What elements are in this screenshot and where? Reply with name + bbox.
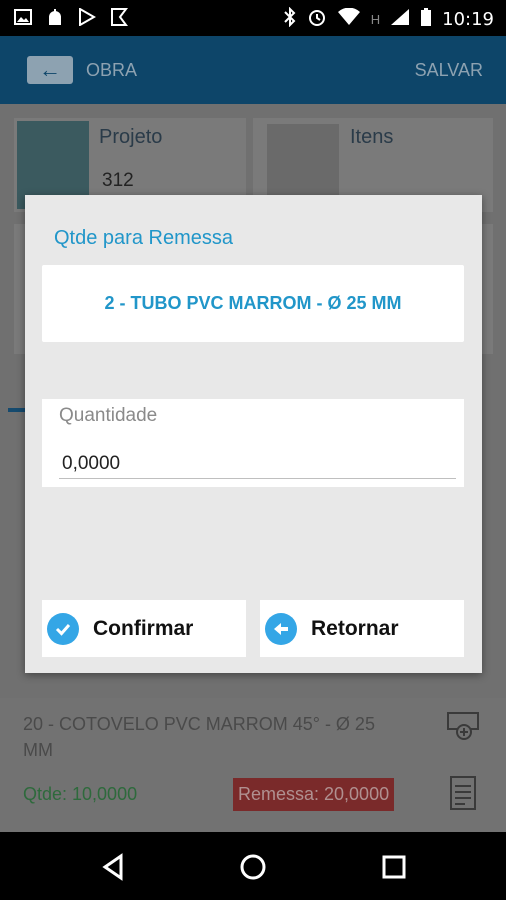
back-nav-icon[interactable] bbox=[97, 850, 131, 884]
quantity-label: Quantidade bbox=[59, 405, 158, 426]
back-button[interactable]: ← bbox=[27, 56, 73, 84]
save-button[interactable]: SALVAR bbox=[415, 60, 483, 81]
list-item-qtde: Qtde: 10,0000 bbox=[23, 784, 138, 804]
play-store-icon bbox=[78, 7, 97, 33]
quantity-dialog: Qtde para Remessa 2 - TUBO PVC MARROM - … bbox=[25, 195, 482, 673]
image-icon bbox=[14, 8, 32, 33]
return-label: Retornar bbox=[311, 616, 399, 640]
dialog-title: Qtde para Remessa bbox=[54, 227, 233, 249]
status-bar: H 10:19 bbox=[0, 0, 506, 36]
battery-icon bbox=[420, 7, 432, 32]
recents-nav-icon[interactable] bbox=[377, 850, 411, 884]
confirm-button[interactable]: Confirmar bbox=[42, 600, 246, 657]
bluetooth-icon bbox=[283, 6, 297, 32]
item-box: 2 - TUBO PVC MARROM - Ø 25 MM bbox=[42, 265, 464, 342]
list-item-remessa: Remessa: 20,0000 bbox=[233, 778, 395, 811]
items-card-title: Itens bbox=[350, 126, 394, 148]
list-item-title-line2: MM bbox=[23, 740, 53, 760]
status-bar-notifications bbox=[14, 7, 128, 33]
quantity-field-container: Quantidade bbox=[42, 399, 464, 487]
signal-icon bbox=[390, 8, 410, 31]
app-bar-title: OBRA bbox=[86, 60, 138, 80]
wifi-icon bbox=[337, 7, 361, 31]
project-card-title: Projeto bbox=[99, 126, 163, 148]
check-app-icon bbox=[110, 8, 128, 33]
confirm-label: Confirmar bbox=[93, 616, 194, 640]
list-icon bbox=[267, 124, 339, 204]
project-card-value: 312 bbox=[102, 170, 134, 191]
check-icon bbox=[47, 612, 79, 645]
arrow-left-icon: ← bbox=[39, 57, 61, 82]
item-label: 2 - TUBO PVC MARROM - Ø 25 MM bbox=[104, 293, 402, 313]
quantity-input[interactable] bbox=[59, 449, 456, 479]
details-icon[interactable] bbox=[450, 776, 476, 815]
clock: 10:19 bbox=[442, 9, 494, 30]
return-button[interactable]: Retornar bbox=[260, 600, 464, 657]
list-item-title: 20 - COTOVELO PVC MARROM 45° - Ø 25 bbox=[23, 714, 375, 734]
navigation-bar bbox=[0, 832, 506, 900]
android-icon bbox=[46, 8, 64, 33]
signal-label: H bbox=[370, 12, 381, 27]
alarm-icon bbox=[307, 7, 327, 32]
app-bar: ← OBRA SALVAR bbox=[0, 36, 506, 104]
add-to-shipment-icon[interactable] bbox=[447, 710, 481, 745]
list-item[interactable]: 20 - COTOVELO PVC MARROM 45° - Ø 25 MM Q… bbox=[0, 698, 506, 832]
home-nav-icon[interactable] bbox=[236, 850, 270, 884]
status-bar-system: H 10:19 bbox=[283, 6, 494, 32]
arrow-left-icon bbox=[265, 612, 297, 645]
